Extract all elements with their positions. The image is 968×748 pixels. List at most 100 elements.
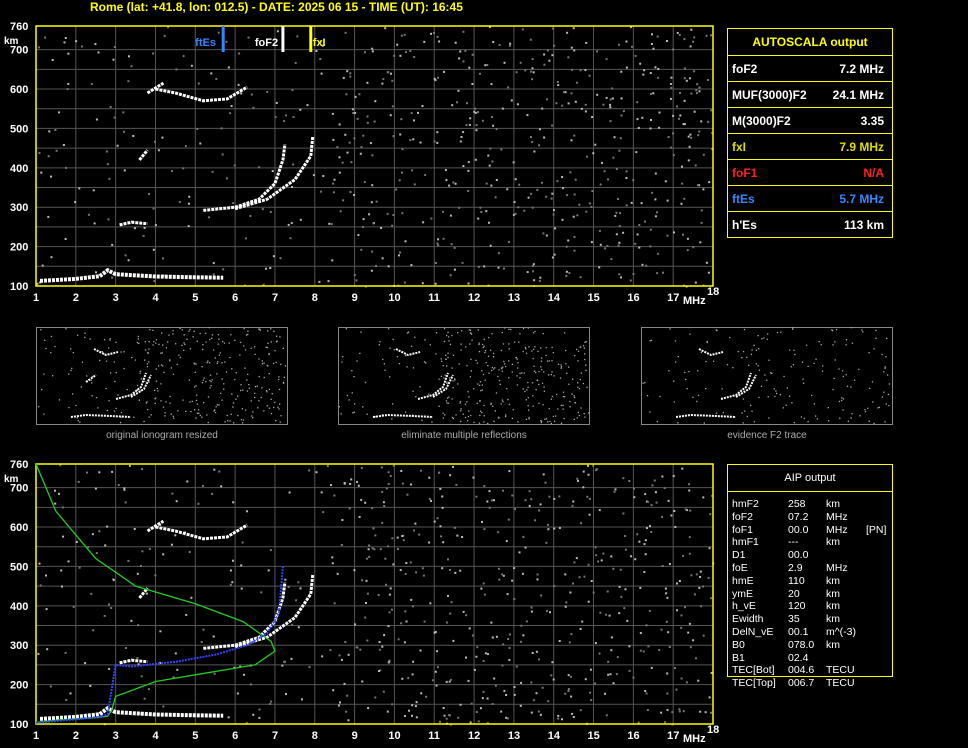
y-tick-label: 300 xyxy=(10,640,28,652)
y-tick-label: 500 xyxy=(10,561,28,573)
x-tick-label: 5 xyxy=(192,730,198,742)
param-name: h'Es xyxy=(732,218,757,232)
x-tick-label: 2 xyxy=(73,292,79,304)
y-unit-label: km xyxy=(4,474,19,485)
x-tick-label: 17 xyxy=(667,730,679,742)
autoscala-table: AUTOSCALA output foF2 7.2 MHz MUF(3000)F2 2… xyxy=(727,28,893,238)
x-tick-label: 15 xyxy=(588,730,600,742)
aip-param: TEC[Top] xyxy=(732,677,776,690)
thumbnail-ionogram xyxy=(641,327,893,425)
ionogram-top: 760700600500400300200100km1 2 3 4 5 6 7 8 9 10 11 1… xyxy=(4,21,719,307)
aip-param: DelN_vE xyxy=(732,626,774,638)
aip-value: 120 xyxy=(788,600,806,613)
param-name: fxI xyxy=(732,140,747,154)
aip-value: 02.4 xyxy=(788,651,809,664)
x-tick-label: 14 xyxy=(548,730,561,742)
param-value: 5.7 MHz xyxy=(839,192,884,206)
x-tick-label: 7 xyxy=(272,730,278,742)
aip-row: foF2 07.2 MHz xyxy=(732,511,892,523)
x-tick-label: 10 xyxy=(388,292,400,304)
x-tick-label: 13 xyxy=(508,292,520,304)
x-tick-label: 3 xyxy=(113,730,119,742)
aip-unit: m^(-3) xyxy=(826,626,857,638)
autoscala-row: foF1 N/A xyxy=(728,159,892,186)
aip-param: foE xyxy=(732,562,748,574)
aip-unit: km xyxy=(826,638,840,651)
x-tick-label: 1 xyxy=(33,730,39,742)
x-tick-label: 17 xyxy=(667,292,679,304)
param-name: ftEs xyxy=(732,192,755,206)
aip-value: 35 xyxy=(788,613,800,626)
x-tick-label: 7 xyxy=(272,292,278,304)
aip-value: 078.0 xyxy=(788,638,815,651)
y-tick-label: 600 xyxy=(10,84,28,96)
param-value: 24.1 MHz xyxy=(832,88,884,102)
aip-value: 004.6 xyxy=(788,664,815,677)
aip-value: 00.0 xyxy=(788,523,809,536)
x-tick-label: 14 xyxy=(548,292,561,304)
x-tick-label: 15 xyxy=(588,292,600,304)
x-tick-label: 8 xyxy=(312,730,318,742)
station-header: Rome (lat: +41.8, lon: 012.5) - DATE: 20… xyxy=(90,0,463,14)
aip-param: Ewidth xyxy=(732,613,764,626)
aip-value: 20 xyxy=(788,587,800,600)
aip-value: --- xyxy=(788,536,799,549)
true-height-trace xyxy=(35,566,284,724)
param-value: 113 km xyxy=(843,218,884,232)
aip-value: 00.0 xyxy=(788,549,809,562)
aip-value: 258 xyxy=(788,498,806,510)
aip-row: foE 2.9 MHz xyxy=(732,562,892,574)
aip-param: h_vE xyxy=(732,600,756,613)
aip-param: foF2 xyxy=(732,510,754,523)
aip-value: 110 xyxy=(788,574,805,587)
x-tick-label: 12 xyxy=(468,292,480,304)
y-tick-label: 200 xyxy=(10,680,28,692)
x-tick-label: 2 xyxy=(73,730,79,742)
thumbnail-caption: original ionogram resized xyxy=(106,430,218,441)
autoscala-row: foF2 7.2 MHz xyxy=(728,55,892,82)
x-tick-label: 6 xyxy=(232,730,238,742)
aip-value: 006.7 xyxy=(788,677,815,690)
param-name: MUF(3000)F2 xyxy=(732,88,807,102)
param-value: 3.35 xyxy=(860,114,884,128)
fxI-label: fxI xyxy=(313,37,326,49)
param-value: 7.9 MHz xyxy=(839,140,884,154)
autoscala-row: h'Es 113 km xyxy=(728,211,892,238)
echo-traces xyxy=(39,81,315,283)
y-tick-label: 600 xyxy=(10,522,28,534)
foF2-label: foF2 xyxy=(255,37,278,49)
noise-speckle xyxy=(36,26,714,288)
aip-row: D1 00.0 xyxy=(732,549,892,561)
aip-row: foF1 00.0 MHz [PN] xyxy=(732,524,892,536)
aip-unit: km xyxy=(826,498,840,510)
ftEs-label: ftEs xyxy=(195,37,216,49)
ionogram-bottom: 760700600500400300200100km1 2 3 4 5 6 7 8 9 10 11 1… xyxy=(4,459,719,745)
param-name: M(3000)F2 xyxy=(732,114,791,128)
x-tick-label: 11 xyxy=(428,292,440,304)
y-tick-label: 400 xyxy=(10,601,28,613)
aip-unit: km xyxy=(826,587,840,600)
y-tick-label: 760 xyxy=(10,21,28,33)
aip-title-box: AIP output xyxy=(727,464,893,492)
aip-param: hmF1 xyxy=(732,536,759,549)
x-unit-label: MHz xyxy=(683,295,706,307)
x-tick-label: 6 xyxy=(232,292,238,304)
aip-table: hmF2 258 km foF2 07.2 MHz foF1 00.0 MHz [PN] hmF1 -… xyxy=(727,490,893,689)
x-tick-label: 18 xyxy=(707,286,719,298)
y-tick-label: 400 xyxy=(10,163,28,175)
aip-flag: [PN] xyxy=(866,523,887,536)
aip-row: h_vE 120 km xyxy=(732,600,892,612)
param-value: N/A xyxy=(863,166,884,180)
aip-param: B0 xyxy=(732,638,745,651)
aip-row: hmE 110 km xyxy=(732,575,892,587)
autoscala-row: MUF(3000)F2 24.1 MHz xyxy=(728,81,892,108)
aip-unit: MHz xyxy=(826,562,848,574)
aip-row: B1 02.4 xyxy=(732,652,892,664)
aip-row: B0 078.0 km xyxy=(732,639,892,651)
aip-value: 07.2 xyxy=(788,510,809,523)
x-tick-label: 4 xyxy=(152,730,159,742)
aip-row: TEC[Top] 006.7 TECU xyxy=(732,677,892,689)
y-tick-label: 100 xyxy=(10,719,28,731)
param-name: foF1 xyxy=(732,166,758,180)
x-tick-label: 13 xyxy=(508,730,520,742)
